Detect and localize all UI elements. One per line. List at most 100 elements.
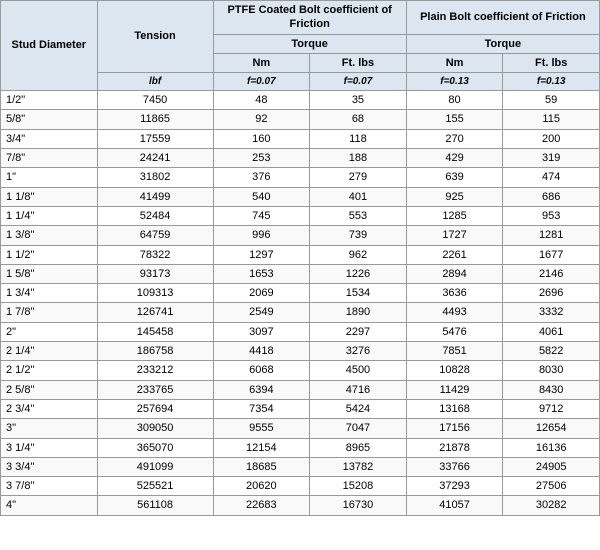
ptfe-nm-cell: 3097	[213, 322, 310, 341]
ptfe-nm-header: Nm	[213, 53, 310, 72]
tension-cell: 257694	[97, 399, 213, 418]
plain-nm-cell: 639	[406, 168, 503, 187]
table-row: 3/4"17559160118270200	[1, 129, 600, 148]
table-row: 5/8"118659268155115	[1, 110, 600, 129]
tension-cell: 78322	[97, 245, 213, 264]
ptfe-f2-header: f=0.07	[310, 73, 407, 91]
size-cell: 4"	[1, 496, 98, 515]
plain-ft-cell: 200	[503, 129, 600, 148]
ptfe-nm-cell: 1297	[213, 245, 310, 264]
tension-cell: 309050	[97, 419, 213, 438]
table-row: 1/2"745048358059	[1, 91, 600, 110]
plain-nm-cell: 3636	[406, 284, 503, 303]
plain-ft-cell: 2146	[503, 264, 600, 283]
ptfe-ft-cell: 1890	[310, 303, 407, 322]
table-row: 2 1/4"1867584418327678515822	[1, 342, 600, 361]
tension-cell: 17559	[97, 129, 213, 148]
table-row: 3 7/8"52552120620152083729327506	[1, 477, 600, 496]
ptfe-ft-cell: 1226	[310, 264, 407, 283]
tension-unit-header: lbf	[97, 73, 213, 91]
plain-ft-cell: 8030	[503, 361, 600, 380]
table-row: 1 1/4"524847455531285953	[1, 206, 600, 225]
table-row: 1 1/8"41499540401925686	[1, 187, 600, 206]
plain-nm-cell: 429	[406, 149, 503, 168]
ptfe-ft-cell: 553	[310, 206, 407, 225]
ptfe-nm-cell: 540	[213, 187, 310, 206]
ptfe-ft-cell: 8965	[310, 438, 407, 457]
size-cell: 2 3/4"	[1, 399, 98, 418]
ptfe-nm-cell: 6068	[213, 361, 310, 380]
table-row: 2 5/8"23376563944716114298430	[1, 380, 600, 399]
plain-nm-cell: 155	[406, 110, 503, 129]
ptfe-nm-cell: 6394	[213, 380, 310, 399]
ptfe-ft-header: Ft. lbs	[310, 53, 407, 72]
tension-cell: 109313	[97, 284, 213, 303]
table-row: 1 7/8"1267412549189044933332	[1, 303, 600, 322]
tension-cell: 491099	[97, 457, 213, 476]
size-cell: 5/8"	[1, 110, 98, 129]
ptfe-ft-cell: 15208	[310, 477, 407, 496]
table-row: 1 3/4"1093132069153436362696	[1, 284, 600, 303]
ptfe-nm-cell: 18685	[213, 457, 310, 476]
size-cell: 3"	[1, 419, 98, 438]
table-row: 1 1/2"78322129796222611677	[1, 245, 600, 264]
tension-cell: 7450	[97, 91, 213, 110]
plain-ft-cell: 2696	[503, 284, 600, 303]
plain-ft-cell: 12654	[503, 419, 600, 438]
size-cell: 2 5/8"	[1, 380, 98, 399]
plain-ft-cell: 24905	[503, 457, 600, 476]
plain-ft-cell: 1281	[503, 226, 600, 245]
ptfe-nm-cell: 4418	[213, 342, 310, 361]
size-cell: 1 1/2"	[1, 245, 98, 264]
size-cell: 1 5/8"	[1, 264, 98, 283]
ptfe-nm-cell: 1653	[213, 264, 310, 283]
tension-cell: 24241	[97, 149, 213, 168]
ptfe-ft-cell: 188	[310, 149, 407, 168]
plain-nm-cell: 1285	[406, 206, 503, 225]
table-row: 2"1454583097229754764061	[1, 322, 600, 341]
ptfe-ft-cell: 4716	[310, 380, 407, 399]
plain-ft-cell: 319	[503, 149, 600, 168]
ptfe-torque-label: Torque	[213, 34, 406, 53]
plain-nm-cell: 1727	[406, 226, 503, 245]
tension-cell: 233212	[97, 361, 213, 380]
size-cell: 2 1/2"	[1, 361, 98, 380]
ptfe-ft-cell: 68	[310, 110, 407, 129]
table-row: 3 1/4"3650701215489652187816136	[1, 438, 600, 457]
tension-cell: 64759	[97, 226, 213, 245]
plain-f2-header: f=0.13	[503, 73, 600, 91]
ptfe-ft-cell: 13782	[310, 457, 407, 476]
size-cell: 1 3/8"	[1, 226, 98, 245]
plain-ft-cell: 9712	[503, 399, 600, 418]
ptfe-nm-cell: 9555	[213, 419, 310, 438]
size-cell: 1"	[1, 168, 98, 187]
size-cell: 2 1/4"	[1, 342, 98, 361]
plain-torque-label: Torque	[406, 34, 599, 53]
ptfe-nm-cell: 92	[213, 110, 310, 129]
tension-cell: 365070	[97, 438, 213, 457]
tension-cell: 11865	[97, 110, 213, 129]
plain-ft-header: Ft. lbs	[503, 53, 600, 72]
tension-cell: 126741	[97, 303, 213, 322]
plain-nm-cell: 2894	[406, 264, 503, 283]
plain-nm-cell: 13168	[406, 399, 503, 418]
ptfe-group-header: PTFE Coated Bolt coefficient of Friction	[213, 1, 406, 35]
ptfe-f1-header: f=0.07	[213, 73, 310, 91]
ptfe-nm-cell: 20620	[213, 477, 310, 496]
ptfe-ft-cell: 401	[310, 187, 407, 206]
ptfe-nm-cell: 2069	[213, 284, 310, 303]
ptfe-nm-cell: 7354	[213, 399, 310, 418]
table-row: 3 3/4"49109918685137823376624905	[1, 457, 600, 476]
plain-ft-cell: 686	[503, 187, 600, 206]
ptfe-nm-cell: 745	[213, 206, 310, 225]
size-cell: 1/2"	[1, 91, 98, 110]
size-cell: 3 1/4"	[1, 438, 98, 457]
size-cell: 1 1/4"	[1, 206, 98, 225]
plain-ft-cell: 4061	[503, 322, 600, 341]
plain-ft-cell: 30282	[503, 496, 600, 515]
header-row-1: Stud Diameter Tension PTFE Coated Bolt c…	[1, 1, 600, 35]
table-row: 7/8"24241253188429319	[1, 149, 600, 168]
plain-nm-header: Nm	[406, 53, 503, 72]
table-body: 1/2"7450483580595/8"1186592681551153/4"1…	[1, 91, 600, 516]
plain-nm-cell: 7851	[406, 342, 503, 361]
